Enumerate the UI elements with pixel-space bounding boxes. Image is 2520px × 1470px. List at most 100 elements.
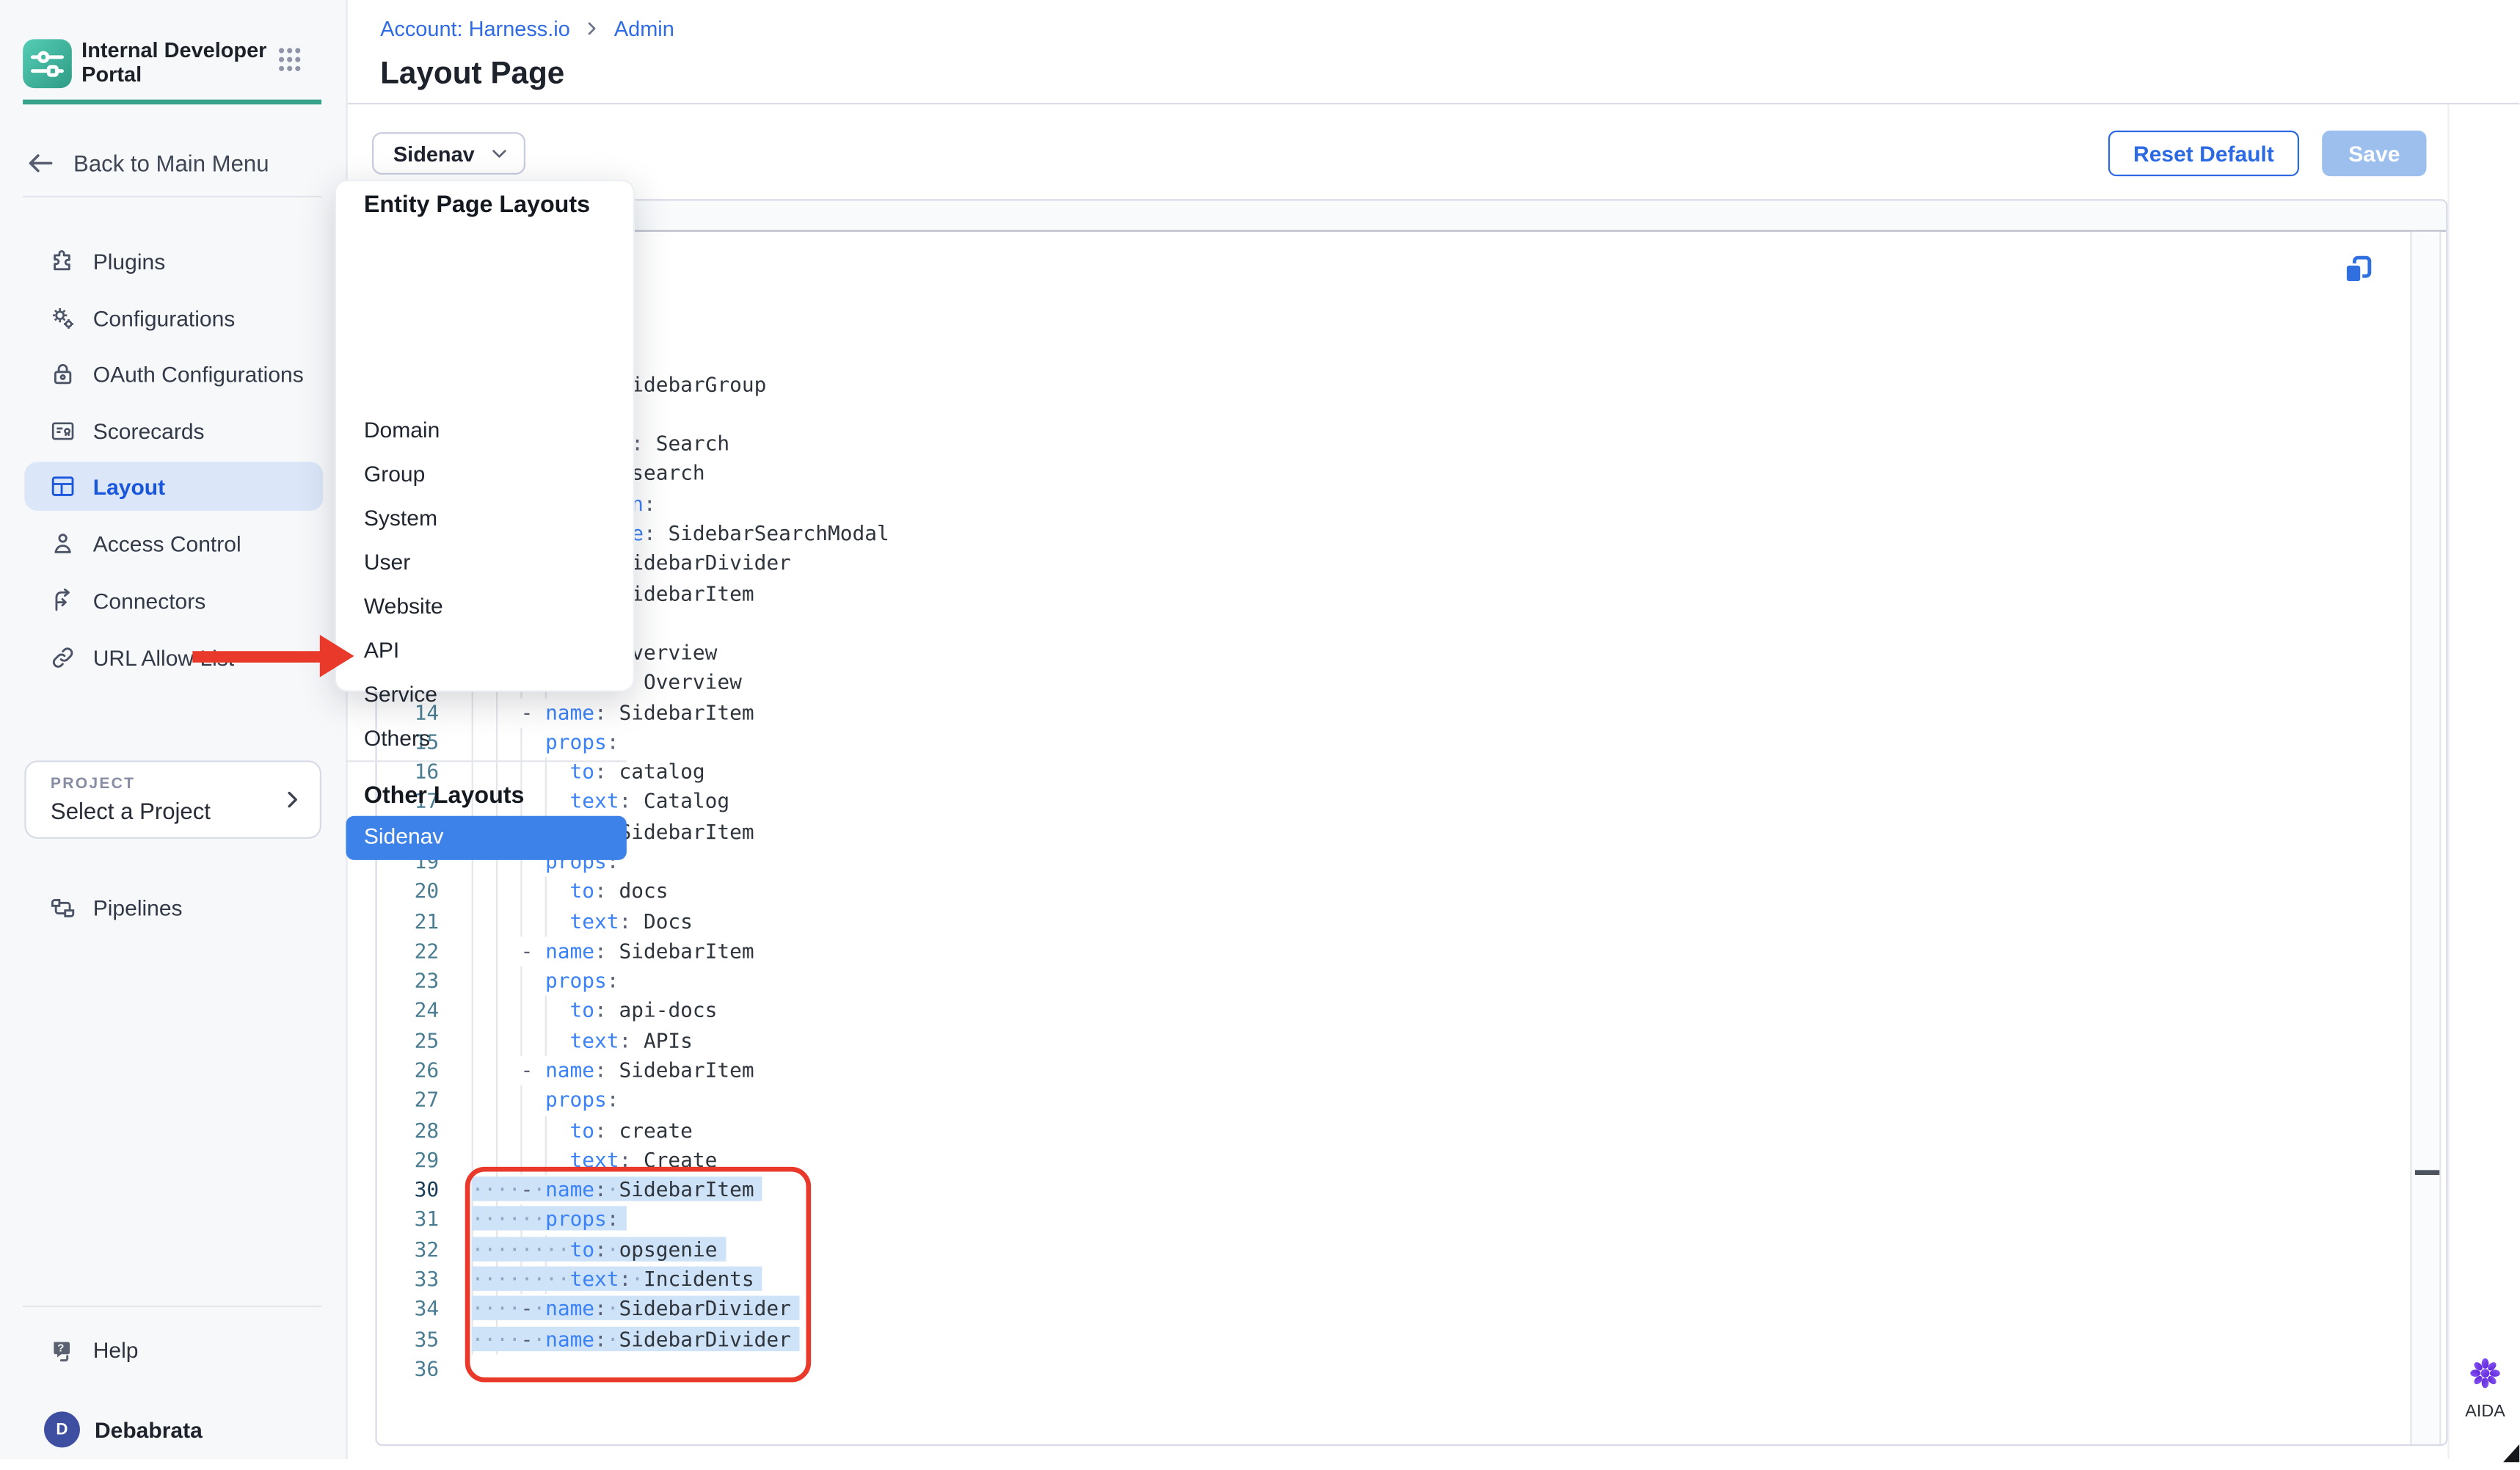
- line-number[interactable]: 22: [377, 936, 439, 967]
- svg-text:?: ?: [57, 1341, 64, 1353]
- pipelines-icon: [49, 893, 77, 921]
- breadcrumb-admin-link[interactable]: Admin: [614, 16, 674, 40]
- code-line[interactable]: 24 to: api-docs: [377, 996, 2400, 1026]
- dropdown-item-domain[interactable]: Domain: [336, 408, 636, 452]
- code-line[interactable]: 21 text: Docs: [377, 906, 2400, 936]
- back-to-main-menu[interactable]: Back to Main Menu: [24, 140, 323, 186]
- content-right-edge: [2447, 104, 2449, 1459]
- sidebar-item-label: Configurations: [93, 306, 236, 330]
- code-line[interactable]: 11 props:: [377, 608, 2400, 638]
- sidebar-item-oauth-configurations[interactable]: OAuth Configurations: [24, 349, 323, 399]
- yaml-editor-card: 1page:2 children:3 - name: SidebarGroup4…: [375, 199, 2447, 1446]
- sidebar-divider: [23, 1306, 321, 1307]
- code-line[interactable]: 5 label: Search: [377, 429, 2400, 459]
- dropdown-item-group[interactable]: Group: [336, 452, 636, 496]
- code-line[interactable]: 19 props:: [377, 847, 2400, 877]
- line-number[interactable]: 34: [377, 1295, 439, 1325]
- code-line[interactable]: 8 - name: SidebarSearchModal: [377, 519, 2400, 549]
- dropdown-item-user[interactable]: User: [336, 540, 636, 584]
- line-number[interactable]: 35: [377, 1324, 439, 1354]
- code-line[interactable]: 31······props:: [377, 1205, 2400, 1235]
- layout-type-select[interactable]: Sidenav: [372, 132, 525, 175]
- save-button[interactable]: Save: [2322, 131, 2426, 176]
- dropdown-item-system[interactable]: System: [336, 496, 636, 540]
- copy-icon[interactable]: [2342, 253, 2374, 285]
- sidebar-item-access-control[interactable]: Access Control: [24, 519, 323, 568]
- aida-widget[interactable]: AIDA: [2452, 1356, 2518, 1428]
- code-line[interactable]: 28 to: create: [377, 1116, 2400, 1146]
- code-line[interactable]: 36: [377, 1354, 2400, 1384]
- dropdown-item-sidenav[interactable]: Sidenav: [346, 816, 626, 859]
- code-line[interactable]: 6 to: /search: [377, 459, 2400, 490]
- project-selector[interactable]: PROJECT Select a Project: [24, 760, 321, 839]
- code-line[interactable]: 32········to:·opsgenie: [377, 1235, 2400, 1265]
- code-text: - name: SidebarItem: [472, 1056, 754, 1086]
- app-title: Internal Developer Portal: [81, 37, 285, 87]
- code-line[interactable]: 18 - name: SidebarItem: [377, 817, 2400, 847]
- sidebar-item-label: Scorecards: [93, 418, 205, 443]
- code-line[interactable]: 4 props:: [377, 399, 2400, 429]
- line-number[interactable]: 26: [377, 1056, 439, 1086]
- code-line[interactable]: 7 children:: [377, 489, 2400, 519]
- sidebar-item-layout[interactable]: Layout: [24, 462, 323, 511]
- dropdown-item-service[interactable]: Service: [336, 672, 636, 716]
- line-number[interactable]: 33: [377, 1265, 439, 1295]
- line-number[interactable]: 21: [377, 906, 439, 936]
- code-line[interactable]: 22 - name: SidebarItem: [377, 936, 2400, 967]
- code-line[interactable]: 35····-·name:·SidebarDivider: [377, 1324, 2400, 1354]
- code-line[interactable]: 12 to: overview: [377, 638, 2400, 669]
- arrow-left-icon: [24, 150, 54, 177]
- code-line[interactable]: 34····-·name:·SidebarDivider: [377, 1295, 2400, 1325]
- code-line[interactable]: 33········text:·Incidents: [377, 1265, 2400, 1295]
- plugins-icon: [49, 247, 77, 275]
- code-line[interactable]: 23 props:: [377, 967, 2400, 997]
- line-number[interactable]: 23: [377, 967, 439, 997]
- code-line[interactable]: 13 text: Overview: [377, 668, 2400, 698]
- code-line[interactable]: 10 - name: SidebarItem: [377, 578, 2400, 608]
- line-number[interactable]: 24: [377, 996, 439, 1026]
- code-line[interactable]: 25 text: APIs: [377, 1026, 2400, 1056]
- line-number[interactable]: 20: [377, 877, 439, 907]
- breadcrumb-account-link[interactable]: Account: Harness.io: [380, 16, 570, 40]
- line-number[interactable]: 25: [377, 1026, 439, 1056]
- line-number[interactable]: 28: [377, 1116, 439, 1146]
- project-value: Select a Project: [51, 798, 211, 824]
- code-line[interactable]: 14 - name: SidebarItem: [377, 698, 2400, 728]
- code-line[interactable]: 17 text: Catalog: [377, 787, 2400, 818]
- sidebar-item-connectors[interactable]: Connectors: [24, 576, 323, 625]
- line-number[interactable]: 32: [377, 1235, 439, 1265]
- code-line[interactable]: 27 props:: [377, 1085, 2400, 1116]
- code-line[interactable]: 20 to: docs: [377, 877, 2400, 907]
- app-grid-icon[interactable]: [277, 46, 302, 81]
- dropdown-item-others[interactable]: Others: [336, 716, 636, 760]
- code-line[interactable]: 9 - name: SidebarDivider: [377, 549, 2400, 579]
- sidebar-item-configurations[interactable]: Configurations: [24, 294, 323, 343]
- code-line[interactable]: 3 - name: SidebarGroup: [377, 370, 2400, 400]
- dropdown-item-api[interactable]: API: [336, 628, 636, 672]
- editor-scrollbar[interactable]: [2410, 232, 2441, 1446]
- code-line[interactable]: 16 to: catalog: [377, 757, 2400, 787]
- line-number[interactable]: 30: [377, 1175, 439, 1205]
- code-line[interactable]: 1page:: [377, 310, 2400, 340]
- line-number[interactable]: 36: [377, 1354, 439, 1384]
- mouse-cursor: [2503, 1441, 2519, 1470]
- user-menu[interactable]: D Debabrata: [24, 1407, 323, 1452]
- sidebar-item-help[interactable]: ? Help: [24, 1325, 323, 1375]
- code-line[interactable]: 2 children:: [377, 340, 2400, 370]
- code-line[interactable]: 30····-·name:·SidebarItem: [377, 1175, 2400, 1205]
- line-number[interactable]: 29: [377, 1146, 439, 1176]
- dropdown-item-website[interactable]: Website: [336, 584, 636, 628]
- line-number[interactable]: 27: [377, 1085, 439, 1116]
- scorecards-icon: [49, 417, 77, 445]
- code-line[interactable]: 29 text: Create: [377, 1146, 2400, 1176]
- page-title: Layout Page: [380, 57, 564, 93]
- line-number[interactable]: 31: [377, 1205, 439, 1235]
- code-line[interactable]: 26 - name: SidebarItem: [377, 1056, 2400, 1086]
- sidebar-item-url-allow-list[interactable]: URL Allow List: [24, 633, 323, 683]
- header-divider: [348, 103, 2520, 104]
- reset-default-button[interactable]: Reset Default: [2108, 131, 2299, 176]
- code-line[interactable]: 15 props:: [377, 728, 2400, 758]
- sidebar-item-scorecards[interactable]: Scorecards: [24, 407, 323, 456]
- sidebar-item-pipelines[interactable]: Pipelines: [24, 883, 323, 932]
- sidebar-item-plugins[interactable]: Plugins: [24, 236, 323, 285]
